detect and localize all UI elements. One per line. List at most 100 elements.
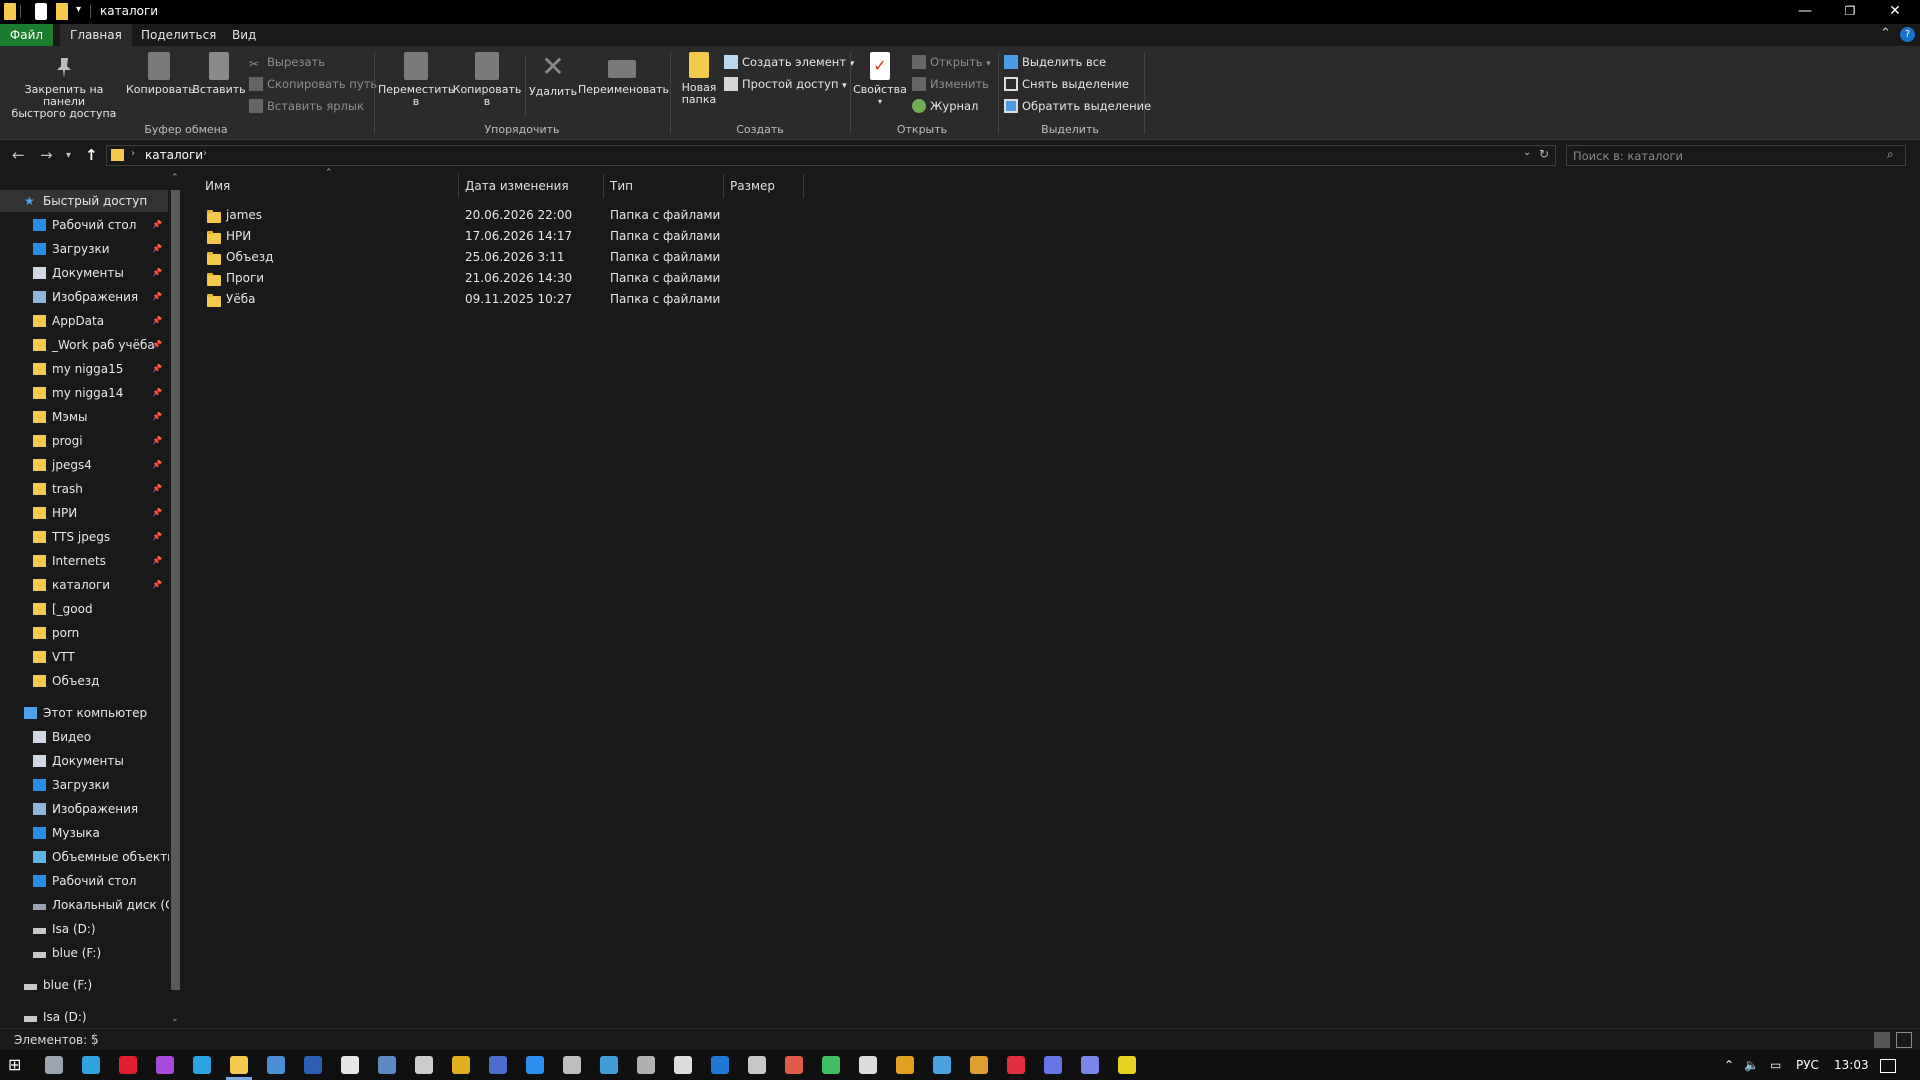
pin-icon[interactable]: 📌 bbox=[152, 286, 162, 308]
app-icon[interactable] bbox=[748, 1056, 766, 1074]
copy-button[interactable]: Копировать bbox=[126, 50, 195, 96]
maximize-button[interactable]: ❐ bbox=[1827, 0, 1873, 24]
nav-quick-item[interactable]: Internets 📌 bbox=[0, 550, 168, 572]
invert-selection-button[interactable]: Обратить выделение bbox=[1004, 97, 1151, 115]
nav-drive[interactable]: blue (F:) bbox=[0, 974, 168, 996]
help-icon[interactable]: ? bbox=[1900, 27, 1915, 42]
pin-icon[interactable]: 📌 bbox=[152, 334, 162, 356]
photoshop-icon[interactable] bbox=[711, 1056, 729, 1074]
file-row[interactable]: james 20.06.2026 22:00 Папка с файлами bbox=[201, 205, 761, 226]
app-icon[interactable] bbox=[822, 1056, 840, 1074]
details-view-icon[interactable] bbox=[1874, 1032, 1890, 1048]
nav-pc-item[interactable]: Isa (D:) bbox=[0, 918, 168, 940]
pin-to-quick-access-button[interactable]: Закрепить на панели быстрого доступа bbox=[4, 50, 124, 120]
new-folder-button[interactable]: Новая папка bbox=[674, 50, 724, 106]
app-icon[interactable] bbox=[563, 1056, 581, 1074]
nav-quick-item[interactable]: Загрузки 📌 bbox=[0, 238, 168, 260]
app-icon[interactable] bbox=[637, 1056, 655, 1074]
tab-view[interactable]: Вид bbox=[222, 24, 266, 46]
recent-locations-chevron-icon[interactable]: ▾ bbox=[66, 150, 71, 161]
nav-quick-item[interactable]: Мэмы 📌 bbox=[0, 406, 168, 428]
paste-button[interactable]: Вставить bbox=[192, 50, 246, 96]
network-icon[interactable]: ▭ bbox=[1770, 1058, 1781, 1072]
pin-icon[interactable]: 📌 bbox=[152, 214, 162, 236]
edit-button[interactable]: Изменить bbox=[912, 75, 989, 93]
steam-icon[interactable] bbox=[378, 1056, 396, 1074]
nav-pc-item[interactable]: Видео bbox=[0, 726, 168, 748]
easy-access-button[interactable]: Простой доступ ▾ bbox=[724, 75, 847, 93]
pin-icon[interactable]: 📌 bbox=[152, 550, 162, 572]
nav-quick-item[interactable]: progi 📌 bbox=[0, 430, 168, 452]
show-hidden-icons-chevron-icon[interactable]: ⌃ bbox=[1724, 1058, 1734, 1072]
app-icon[interactable] bbox=[526, 1056, 544, 1074]
nav-quick-item[interactable]: Объезд bbox=[0, 670, 168, 692]
minimize-button[interactable]: — bbox=[1782, 0, 1828, 24]
pin-icon[interactable]: 📌 bbox=[152, 262, 162, 284]
notepad-icon[interactable] bbox=[267, 1056, 285, 1074]
column-header-type[interactable]: Тип bbox=[604, 174, 724, 198]
chat-icon[interactable] bbox=[341, 1056, 359, 1074]
rename-button[interactable]: Переименовать bbox=[578, 50, 669, 96]
app-icon[interactable] bbox=[896, 1056, 914, 1074]
back-arrow-icon[interactable]: ← bbox=[12, 146, 25, 164]
file-row[interactable]: НРИ 17.06.2026 14:17 Папка с файлами bbox=[201, 226, 761, 247]
app-icon[interactable] bbox=[785, 1056, 803, 1074]
search-box[interactable]: ⌕ bbox=[1566, 145, 1906, 166]
pin-icon[interactable]: 📌 bbox=[152, 574, 162, 596]
nav-pc-item[interactable]: Музыка bbox=[0, 822, 168, 844]
app-icon[interactable] bbox=[452, 1056, 470, 1074]
pin-icon[interactable]: 📌 bbox=[152, 526, 162, 548]
file-row[interactable]: Уёба 09.11.2025 10:27 Папка с файлами bbox=[201, 289, 761, 310]
opera-icon[interactable] bbox=[119, 1056, 137, 1074]
app-icon[interactable] bbox=[1118, 1056, 1136, 1074]
nav-quick-item[interactable]: trash 📌 bbox=[0, 478, 168, 500]
discord-icon[interactable] bbox=[1044, 1056, 1062, 1074]
up-arrow-icon[interactable]: ↑ bbox=[85, 146, 98, 164]
search-icon[interactable]: ⌕ bbox=[1887, 147, 1894, 162]
column-header-size[interactable]: Размер bbox=[724, 174, 804, 198]
pin-icon[interactable]: 📌 bbox=[152, 478, 162, 500]
app-icon[interactable] bbox=[859, 1056, 877, 1074]
history-button[interactable]: Журнал bbox=[912, 97, 978, 115]
refresh-icon[interactable]: ↻ bbox=[1539, 147, 1549, 161]
select-none-button[interactable]: Снять выделение bbox=[1004, 75, 1129, 93]
telegram-icon[interactable] bbox=[193, 1056, 211, 1074]
collapse-ribbon-icon[interactable]: ⌃ bbox=[1880, 26, 1891, 41]
tab-file[interactable]: Файл bbox=[0, 24, 53, 46]
new-folder-quick-icon[interactable] bbox=[56, 3, 68, 20]
pin-icon[interactable]: 📌 bbox=[152, 454, 162, 476]
nav-pc-item[interactable]: Объемные объекты bbox=[0, 846, 177, 868]
customize-quick-access-icon[interactable]: ▾ bbox=[76, 4, 81, 21]
navigation-scrollbar[interactable]: ⌃ ⌄ bbox=[169, 173, 182, 1028]
nav-quick-item[interactable]: [_good bbox=[0, 598, 168, 620]
app-icon[interactable] bbox=[1081, 1056, 1099, 1074]
nav-quick-item[interactable]: _Work раб учёба 📌 bbox=[0, 334, 168, 356]
notifications-icon[interactable] bbox=[1880, 1059, 1896, 1073]
nav-quick-item[interactable]: VTT bbox=[0, 646, 168, 668]
app-icon[interactable] bbox=[933, 1056, 951, 1074]
new-item-button[interactable]: Создать элемент ▾ bbox=[724, 53, 854, 71]
language-indicator[interactable]: РУС bbox=[1796, 1058, 1819, 1072]
app-icon[interactable] bbox=[600, 1056, 618, 1074]
nav-pc-item[interactable]: Изображения bbox=[0, 798, 168, 820]
column-header-date[interactable]: Дата изменения bbox=[459, 174, 604, 198]
volume-icon[interactable]: 🔈 bbox=[1744, 1058, 1759, 1072]
task-view-icon[interactable] bbox=[45, 1056, 63, 1074]
terminal-icon[interactable] bbox=[415, 1056, 433, 1074]
copy-path-button[interactable]: Скопировать путь bbox=[249, 75, 377, 93]
cut-button[interactable]: ✂ Вырезать bbox=[249, 53, 325, 71]
nav-quick-item[interactable]: porn bbox=[0, 622, 168, 644]
file-row[interactable]: Проги 21.06.2026 14:30 Папка с файлами bbox=[201, 268, 761, 289]
clock[interactable]: 13:03 bbox=[1834, 1058, 1869, 1072]
nav-quick-item[interactable]: jpegs4 📌 bbox=[0, 454, 168, 476]
move-to-button[interactable]: Переместить в bbox=[378, 50, 454, 108]
breadcrumb-current[interactable]: каталоги bbox=[145, 148, 203, 162]
scrollbar-thumb[interactable] bbox=[171, 190, 180, 990]
app-icon[interactable] bbox=[156, 1056, 174, 1074]
nav-quick-item[interactable]: Документы 📌 bbox=[0, 262, 168, 284]
nav-pc-item[interactable]: Локальный диск (C:) bbox=[0, 894, 182, 916]
properties-quick-icon[interactable] bbox=[35, 3, 47, 20]
pin-icon[interactable]: 📌 bbox=[152, 358, 162, 380]
app-icon[interactable] bbox=[1007, 1056, 1025, 1074]
nav-quick-item[interactable]: AppData 📌 bbox=[0, 310, 168, 332]
